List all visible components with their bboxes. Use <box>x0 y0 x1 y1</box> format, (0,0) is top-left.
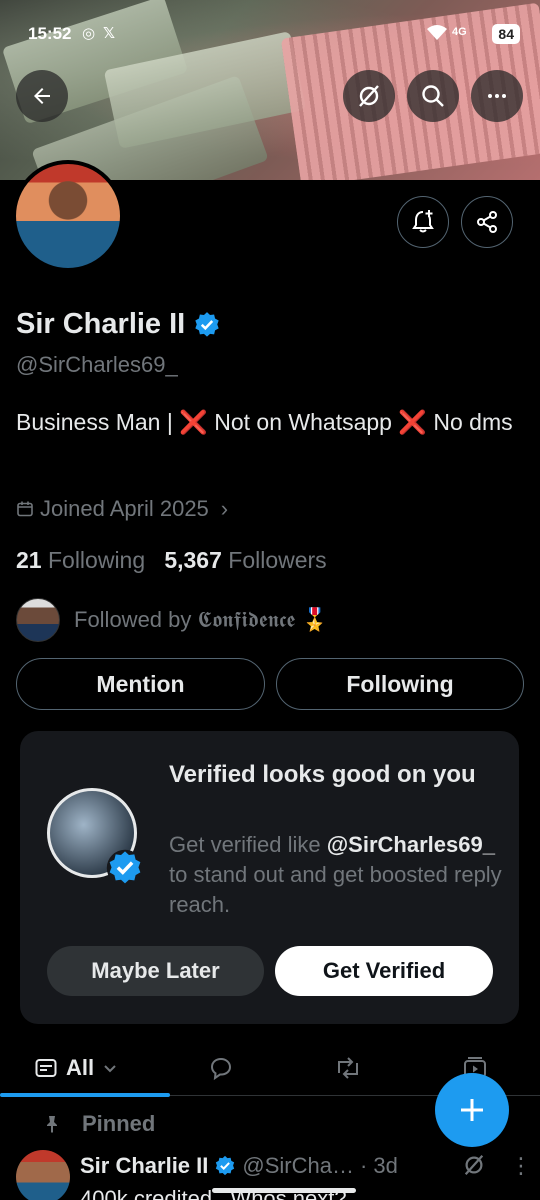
status-time: 15:52 <box>28 24 72 43</box>
followed-by[interactable]: Followed by 𝕮𝖔𝖓𝖋𝖎𝖉𝖊𝖓𝖈𝖊 🎖️ <box>16 598 329 642</box>
tab-all[interactable]: All <box>34 1040 118 1096</box>
x-app-icon: 𝕏 <box>103 25 116 42</box>
search-button[interactable] <box>407 70 459 122</box>
plus-icon <box>461 1099 483 1121</box>
tab-all-label: All <box>66 1055 95 1080</box>
calendar-icon <box>17 501 33 517</box>
tweet-time: · 3d <box>359 1153 398 1178</box>
repost-icon <box>338 1057 358 1079</box>
cross-mark-icon: ❌ <box>179 409 208 435</box>
verified-badge-icon <box>195 311 219 337</box>
verified-promo-description: Get verified like @SirCharles69_ to stan… <box>169 832 502 917</box>
followers-link[interactable]: 5,367 Followers <box>164 547 326 573</box>
tweet-author-name[interactable]: Sir Charlie II <box>80 1153 208 1179</box>
wifi-icon <box>426 24 448 46</box>
tweet-author-handle: @SirCha… <box>242 1153 354 1178</box>
tweet-avatar[interactable] <box>16 1150 70 1200</box>
arrow-left-icon <box>34 88 50 104</box>
pin-icon <box>47 1116 57 1133</box>
get-verified-button[interactable]: Get Verified <box>275 946 493 996</box>
share-button[interactable] <box>461 196 513 248</box>
profile-name: Sir Charlie II <box>16 308 221 341</box>
more-vertical-icon: ⋮ <box>510 1153 532 1178</box>
tab-replies[interactable] <box>208 1040 234 1096</box>
profile-name-text: Sir Charlie II <box>16 308 186 340</box>
tab-reposts[interactable] <box>334 1040 362 1096</box>
bell-plus-icon <box>412 210 434 233</box>
status-bar: 15:52 ◎ 𝕏 4G 84 <box>0 0 540 60</box>
chrome-icon: ◎ <box>82 25 96 42</box>
tweet-more-button[interactable]: ⋮ <box>510 1153 532 1179</box>
mention-button[interactable]: Mention <box>16 658 265 710</box>
chevron-right-icon: › <box>220 496 229 521</box>
network-label: 4G <box>452 26 467 38</box>
more-horizontal-icon <box>488 94 506 98</box>
verified-badge-icon <box>216 1155 235 1176</box>
profile-avatar[interactable] <box>12 160 124 272</box>
home-indicator[interactable] <box>212 1188 356 1193</box>
joined-date[interactable]: Joined April 2025 › <box>16 496 228 522</box>
cross-mark-icon: ❌ <box>398 409 427 435</box>
active-tab-indicator <box>0 1093 170 1097</box>
following-button[interactable]: Following <box>276 658 524 710</box>
chevron-down-icon <box>104 1065 116 1073</box>
back-button[interactable] <box>16 70 68 122</box>
grok-icon <box>359 85 379 107</box>
grok-button[interactable] <box>343 70 395 122</box>
follower-avatar <box>16 598 60 642</box>
timeline-icon <box>35 1059 57 1077</box>
verified-promo-title: Verified looks good on you <box>169 761 476 788</box>
search-icon <box>422 85 444 107</box>
tweet-grok-button[interactable] <box>462 1153 486 1182</box>
pinned-text: Pinned <box>82 1111 156 1136</box>
follow-stats: 21 Following 5,367 Followers <box>16 547 327 574</box>
followed-by-text: Followed by 𝕮𝖔𝖓𝖋𝖎𝖉𝖊𝖓𝖈𝖊 🎖️ <box>74 607 329 632</box>
grok-icon <box>464 1155 484 1175</box>
profile-bio: Business Man | ❌ Not on Whatsapp ❌ No dm… <box>16 409 513 435</box>
notifications-button[interactable] <box>397 196 449 248</box>
reply-icon <box>210 1057 232 1081</box>
joined-text: Joined April 2025 <box>40 496 209 521</box>
maybe-later-button[interactable]: Maybe Later <box>47 946 264 996</box>
following-link[interactable]: 21 Following <box>16 547 145 573</box>
tweet-header: Sir Charlie II @SirCha… · 3d <box>80 1153 398 1179</box>
more-button[interactable] <box>471 70 523 122</box>
verified-badge-icon <box>106 849 144 887</box>
profile-handle: @SirCharles69_ <box>16 352 178 377</box>
compose-button[interactable] <box>435 1073 509 1147</box>
pinned-label: Pinned <box>42 1111 155 1137</box>
share-icon <box>477 211 497 233</box>
battery-icon: 84 <box>492 24 520 44</box>
verified-promo-card: Verified looks good on you Get verified … <box>20 731 519 1024</box>
